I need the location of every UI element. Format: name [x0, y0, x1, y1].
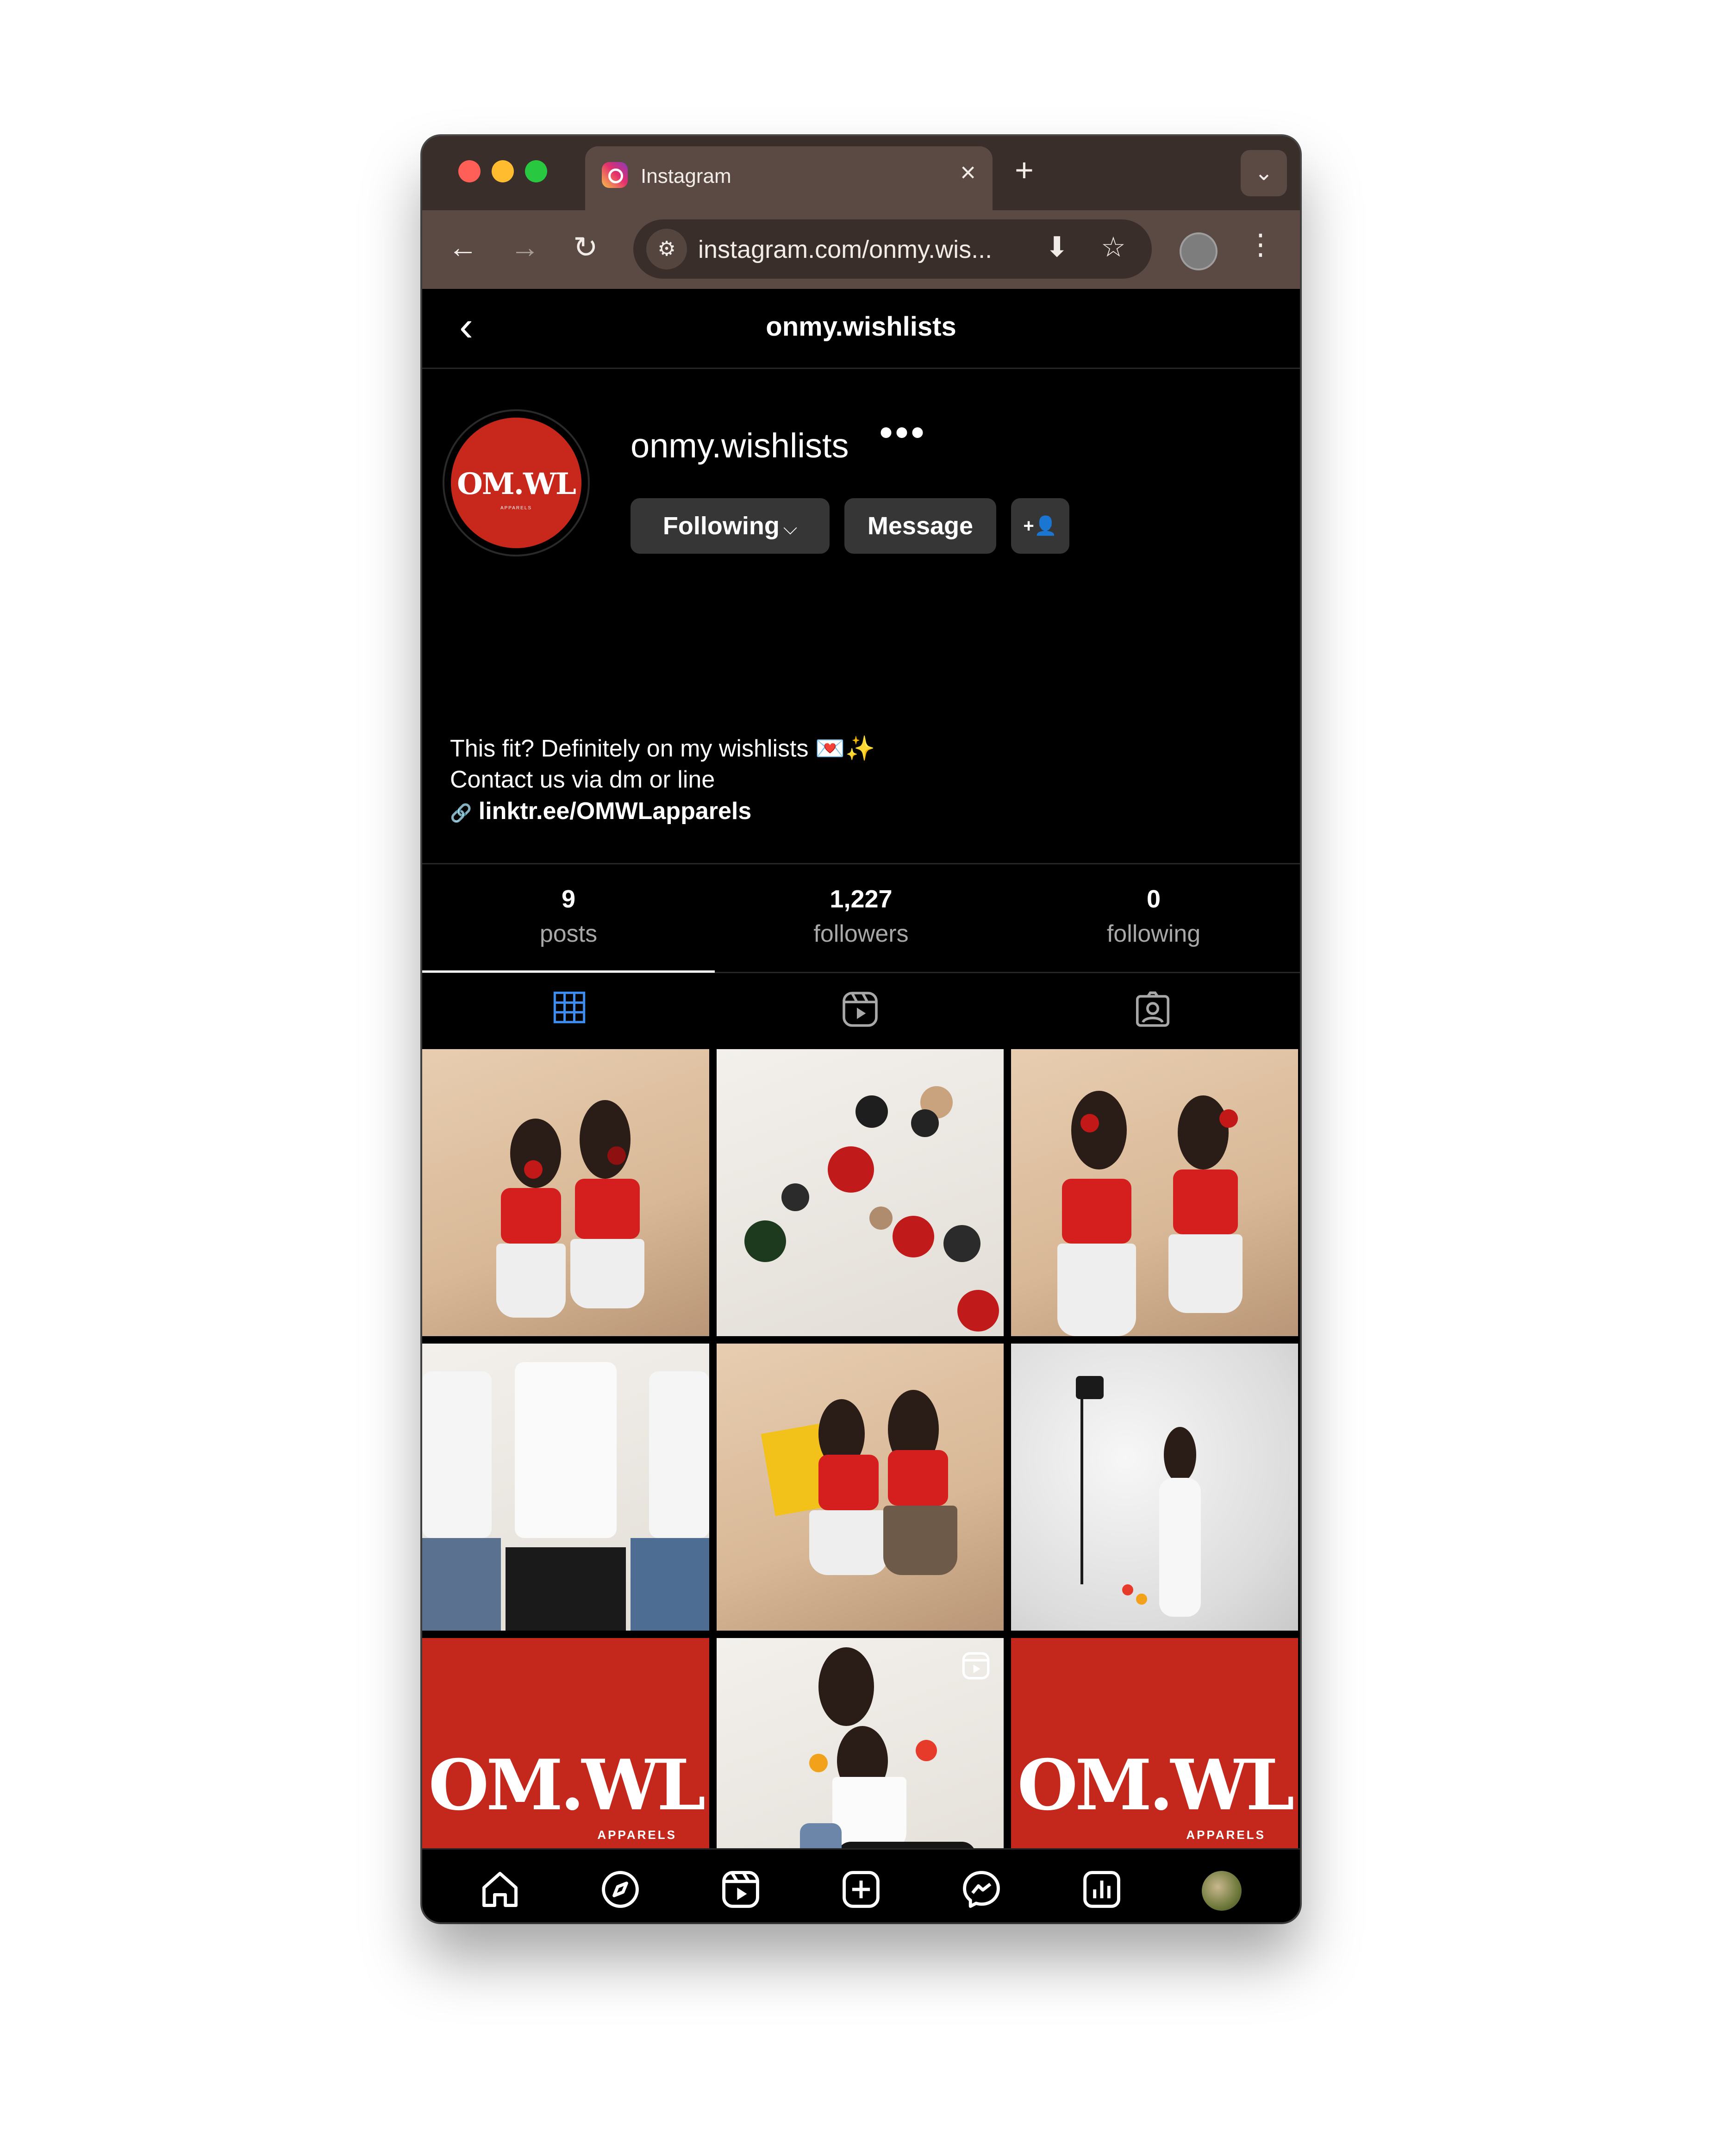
browser-menu-icon[interactable]: ⋮ [1246, 231, 1275, 259]
explore-compass-icon[interactable] [599, 1868, 642, 1911]
avatar-logo-text: OM.WL [457, 467, 576, 501]
tab-close-icon[interactable]: × [960, 159, 976, 186]
profile-stats: 9 posts 1,227 followers 0 following [422, 863, 1300, 973]
reload-icon[interactable]: ↻ [573, 232, 598, 262]
bio-line-1: This fit? Definitely on my wishlists 💌✨ [450, 735, 875, 762]
url-text[interactable]: instagram.com/onmy.wis... [698, 235, 992, 264]
following-label: Following [662, 512, 780, 540]
instagram-favicon-icon [602, 162, 628, 188]
active-tab-indicator [422, 970, 715, 973]
grid-icon[interactable] [552, 990, 587, 1025]
site-info-icon[interactable]: ⚙ [646, 229, 687, 269]
browser-profile-avatar[interactable] [1180, 232, 1218, 270]
followers-count: 1,227 [830, 885, 893, 913]
message-button[interactable]: Message [844, 498, 996, 554]
tagged-icon[interactable] [1133, 990, 1172, 1029]
address-bar[interactable]: ⚙ instagram.com/onmy.wis... ⬇ ☆ [633, 219, 1152, 279]
insights-icon[interactable] [1080, 1868, 1123, 1911]
message-label: Message [867, 512, 974, 540]
post-thumbnail[interactable] [1011, 1049, 1298, 1336]
avatar-logo-image: OM.WL APPARELS [451, 418, 581, 548]
bookmark-star-icon[interactable]: ☆ [1101, 233, 1126, 261]
back-arrow-icon[interactable]: ← [448, 232, 478, 262]
close-window-button[interactable] [458, 160, 481, 182]
reels-icon[interactable] [841, 990, 880, 1029]
post-thumbnail[interactable] [422, 1344, 709, 1631]
brand-logo-subtext: APPARELS [597, 1828, 677, 1842]
add-user-icon: +👤 [1023, 516, 1057, 536]
following-count: 0 [1146, 885, 1161, 913]
instagram-profile-page: ‹ onmy.wishlists OM.WL APPARELS onmy.wis… [422, 289, 1300, 1922]
browser-window: Instagram × + ⌄ ← → ↻ ⚙ instagram.com/on… [422, 136, 1300, 1922]
tab-search-button[interactable]: ⌄ [1241, 150, 1287, 196]
suggested-users-button[interactable]: +👤 [1011, 498, 1069, 554]
create-post-icon[interactable] [840, 1868, 882, 1911]
posts-count: 9 [561, 885, 576, 913]
reel-badge-icon [962, 1652, 990, 1680]
post-thumbnail[interactable] [1011, 1344, 1298, 1631]
header-username: onmy.wishlists [766, 312, 956, 342]
bottom-navigation [422, 1848, 1300, 1922]
bio-link-row[interactable]: 🔗 linktr.ee/OMWLapparels [450, 797, 751, 825]
followers-label: followers [813, 920, 909, 947]
bio-link[interactable]: linktr.ee/OMWLapparels [479, 798, 752, 825]
stat-followers[interactable]: 1,227 followers [715, 885, 1007, 948]
following-button[interactable]: Following ⌵ [631, 498, 830, 554]
minimize-window-button[interactable] [492, 160, 514, 182]
tab-bar: Instagram × + ⌄ [422, 136, 1300, 210]
user-profile-avatar[interactable] [1202, 1871, 1242, 1911]
bio-line-2: Contact us via dm or line [450, 766, 715, 793]
profile-header: ‹ onmy.wishlists [422, 289, 1300, 369]
home-icon[interactable] [479, 1868, 521, 1911]
forward-arrow-icon[interactable]: → [510, 232, 540, 262]
zoom-window-button[interactable] [525, 160, 547, 182]
messenger-icon[interactable] [960, 1868, 1003, 1911]
profile-avatar[interactable]: OM.WL APPARELS [443, 409, 590, 557]
reels-nav-icon[interactable] [719, 1868, 762, 1911]
post-thumbnail[interactable] [717, 1049, 1004, 1336]
link-icon: 🔗 [450, 804, 472, 823]
browser-toolbar: ← → ↻ ⚙ instagram.com/onmy.wis... ⬇ ☆ ⋮ [422, 210, 1300, 289]
new-tab-button[interactable]: + [1015, 154, 1034, 186]
avatar-logo-subtext: APPARELS [500, 506, 532, 511]
post-thumbnail[interactable] [422, 1049, 709, 1336]
stat-following[interactable]: 0 following [1007, 885, 1300, 948]
install-app-icon[interactable]: ⬇ [1045, 233, 1068, 261]
profile-username: onmy.wishlists [631, 426, 849, 465]
browser-tab[interactable]: Instagram × [585, 146, 993, 210]
more-options-icon[interactable]: ••• [880, 414, 927, 451]
chevron-down-icon: ⌵ [783, 518, 798, 538]
following-stat-label: following [1106, 920, 1201, 947]
posts-label: posts [539, 920, 598, 947]
tab-title: Instagram [641, 165, 731, 188]
stat-posts[interactable]: 9 posts [422, 885, 715, 948]
content-tabs [422, 970, 1300, 1049]
post-thumbnail[interactable] [717, 1344, 1004, 1631]
brand-logo-text: OM.WL [1017, 1745, 1295, 1826]
brand-logo-text: OM.WL [428, 1745, 706, 1826]
brand-logo-subtext: APPARELS [1186, 1828, 1266, 1842]
